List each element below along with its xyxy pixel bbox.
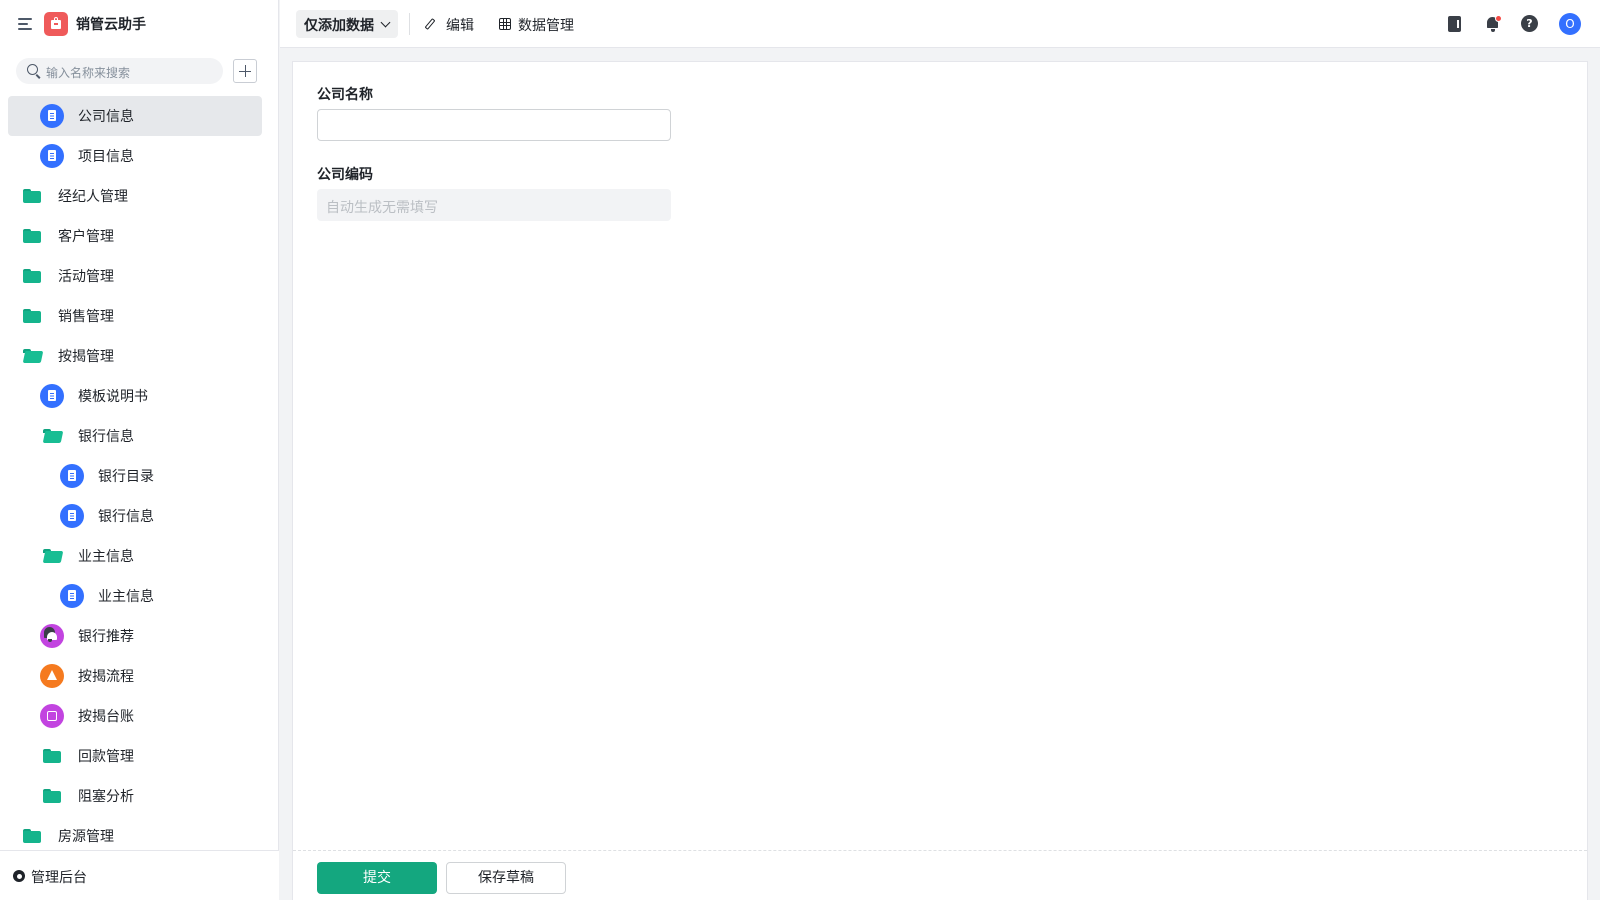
toolbar: 仅添加数据 编辑 数据管理 ? O bbox=[280, 0, 1600, 48]
notification-dot bbox=[1495, 15, 1502, 22]
sidebar-item-label: 阻塞分析 bbox=[78, 789, 134, 805]
book-icon[interactable] bbox=[1445, 14, 1465, 34]
chevron-down-icon bbox=[380, 17, 391, 28]
sidebar-item-label: 银行推荐 bbox=[78, 629, 134, 645]
sidebar-item-owner-info-folder[interactable]: 业主信息 bbox=[0, 536, 279, 576]
sidebar: 销管云助手 输入名称来搜索 公司信息 项目信息 经纪人管理 客户管理 活动管理 bbox=[0, 0, 279, 900]
sidebar-item-label: 回款管理 bbox=[78, 749, 134, 765]
sidebar-item-label: 按揭流程 bbox=[78, 669, 134, 685]
sidebar-item-label: 活动管理 bbox=[58, 269, 114, 285]
document-icon bbox=[60, 504, 84, 528]
sidebar-item-label: 销售管理 bbox=[58, 309, 114, 325]
folder-icon bbox=[23, 309, 41, 323]
toolbar-divider bbox=[409, 13, 410, 35]
company-name-label: 公司名称 bbox=[317, 87, 373, 103]
help-glyph: ? bbox=[1526, 17, 1533, 30]
table-icon bbox=[499, 18, 511, 30]
sidebar-item-bank-info-folder[interactable]: 银行信息 bbox=[0, 416, 279, 456]
flow-icon bbox=[40, 664, 64, 688]
document-icon bbox=[60, 464, 84, 488]
sidebar-item-mortgage-ledger[interactable]: 按揭台账 bbox=[0, 696, 279, 736]
sidebar-item-owner-info[interactable]: 业主信息 bbox=[0, 576, 279, 616]
sidebar-item-label: 项目信息 bbox=[78, 149, 134, 165]
data-management-button[interactable]: 数据管理 bbox=[498, 14, 580, 34]
sidebar-item-sales-management[interactable]: 销售管理 bbox=[0, 296, 279, 336]
sidebar-item-agent-management[interactable]: 经纪人管理 bbox=[0, 176, 279, 216]
sidebar-item-payment-management[interactable]: 回款管理 bbox=[0, 736, 279, 776]
folder-icon bbox=[23, 829, 41, 843]
sidebar-item-label: 公司信息 bbox=[78, 109, 134, 125]
folder-open-icon bbox=[43, 549, 61, 563]
sidebar-item-label: 客户管理 bbox=[58, 229, 114, 245]
admin-console-link[interactable]: 管理后台 bbox=[0, 850, 279, 900]
sidebar-item-label: 银行目录 bbox=[98, 469, 154, 485]
company-code-placeholder: 自动生成无需填写 bbox=[326, 200, 438, 216]
mode-select[interactable]: 仅添加数据 bbox=[296, 10, 398, 38]
sidebar-item-label: 银行信息 bbox=[78, 429, 134, 445]
sidebar-item-label: 模板说明书 bbox=[78, 389, 148, 405]
document-icon bbox=[40, 104, 64, 128]
sidebar-item-label: 按揭管理 bbox=[58, 349, 114, 365]
company-code-label: 公司编码 bbox=[317, 167, 373, 183]
search-placeholder: 输入名称来搜索 bbox=[46, 66, 131, 80]
form-footer: 提交 保存草稿 bbox=[293, 850, 1587, 900]
pencil-icon bbox=[424, 18, 436, 30]
document-icon bbox=[40, 144, 64, 168]
bot-icon bbox=[40, 624, 64, 648]
folder-open-icon bbox=[23, 349, 41, 363]
sidebar-item-label: 按揭台账 bbox=[78, 709, 134, 725]
sidebar-item-label: 业主信息 bbox=[98, 589, 154, 605]
sidebar-item-mortgage-management[interactable]: 按揭管理 bbox=[0, 336, 279, 376]
folder-open-icon bbox=[43, 429, 61, 443]
company-name-input[interactable] bbox=[317, 109, 671, 141]
data-management-label: 数据管理 bbox=[518, 18, 574, 34]
sidebar-item-blockage-analysis[interactable]: 阻塞分析 bbox=[0, 776, 279, 816]
folder-icon bbox=[43, 789, 61, 803]
search-icon bbox=[27, 64, 38, 75]
company-code-input: 自动生成无需填写 bbox=[317, 189, 671, 221]
avatar-initial: O bbox=[1565, 17, 1575, 31]
admin-console-label: 管理后台 bbox=[31, 870, 87, 886]
sidebar-item-template-manual[interactable]: 模板说明书 bbox=[0, 376, 279, 416]
sidebar-item-project-info[interactable]: 项目信息 bbox=[0, 136, 279, 176]
sidebar-item-bank-recommend[interactable]: 银行推荐 bbox=[0, 616, 279, 656]
sidebar-item-label: 业主信息 bbox=[78, 549, 134, 565]
search-input[interactable]: 输入名称来搜索 bbox=[16, 58, 223, 84]
sidebar-item-label: 经纪人管理 bbox=[58, 189, 128, 205]
app-name: 销管云助手 bbox=[76, 17, 146, 33]
sidebar-item-customer-management[interactable]: 客户管理 bbox=[0, 216, 279, 256]
mode-select-label: 仅添加数据 bbox=[304, 18, 374, 34]
folder-icon bbox=[23, 269, 41, 283]
sidebar-item-label: 房源管理 bbox=[58, 829, 114, 845]
help-icon[interactable]: ? bbox=[1521, 15, 1538, 32]
app-logo bbox=[44, 12, 68, 36]
document-icon bbox=[40, 384, 64, 408]
form-card: 公司名称 公司编码 自动生成无需填写 提交 保存草稿 bbox=[292, 61, 1588, 900]
folder-icon bbox=[23, 189, 41, 203]
sidebar-item-bank-directory[interactable]: 银行目录 bbox=[0, 456, 279, 496]
document-icon bbox=[60, 584, 84, 608]
sidebar-header: 销管云助手 bbox=[0, 0, 279, 48]
add-button[interactable] bbox=[233, 59, 257, 83]
menu-toggle-icon[interactable] bbox=[16, 14, 36, 34]
avatar[interactable]: O bbox=[1559, 13, 1581, 35]
sidebar-item-company-info[interactable]: 公司信息 bbox=[0, 96, 279, 136]
sidebar-item-label: 银行信息 bbox=[98, 509, 154, 525]
folder-icon bbox=[43, 749, 61, 763]
edit-label: 编辑 bbox=[446, 18, 474, 34]
gear-icon bbox=[12, 869, 26, 883]
sidebar-item-activity-management[interactable]: 活动管理 bbox=[0, 256, 279, 296]
sidebar-item-bank-info[interactable]: 银行信息 bbox=[0, 496, 279, 536]
save-draft-button[interactable]: 保存草稿 bbox=[446, 862, 566, 894]
edit-button[interactable]: 编辑 bbox=[424, 14, 478, 34]
dashboard-icon bbox=[40, 704, 64, 728]
sidebar-item-mortgage-flow[interactable]: 按揭流程 bbox=[0, 656, 279, 696]
folder-icon bbox=[23, 229, 41, 243]
bell-icon[interactable] bbox=[1483, 14, 1503, 34]
submit-button[interactable]: 提交 bbox=[317, 862, 437, 894]
